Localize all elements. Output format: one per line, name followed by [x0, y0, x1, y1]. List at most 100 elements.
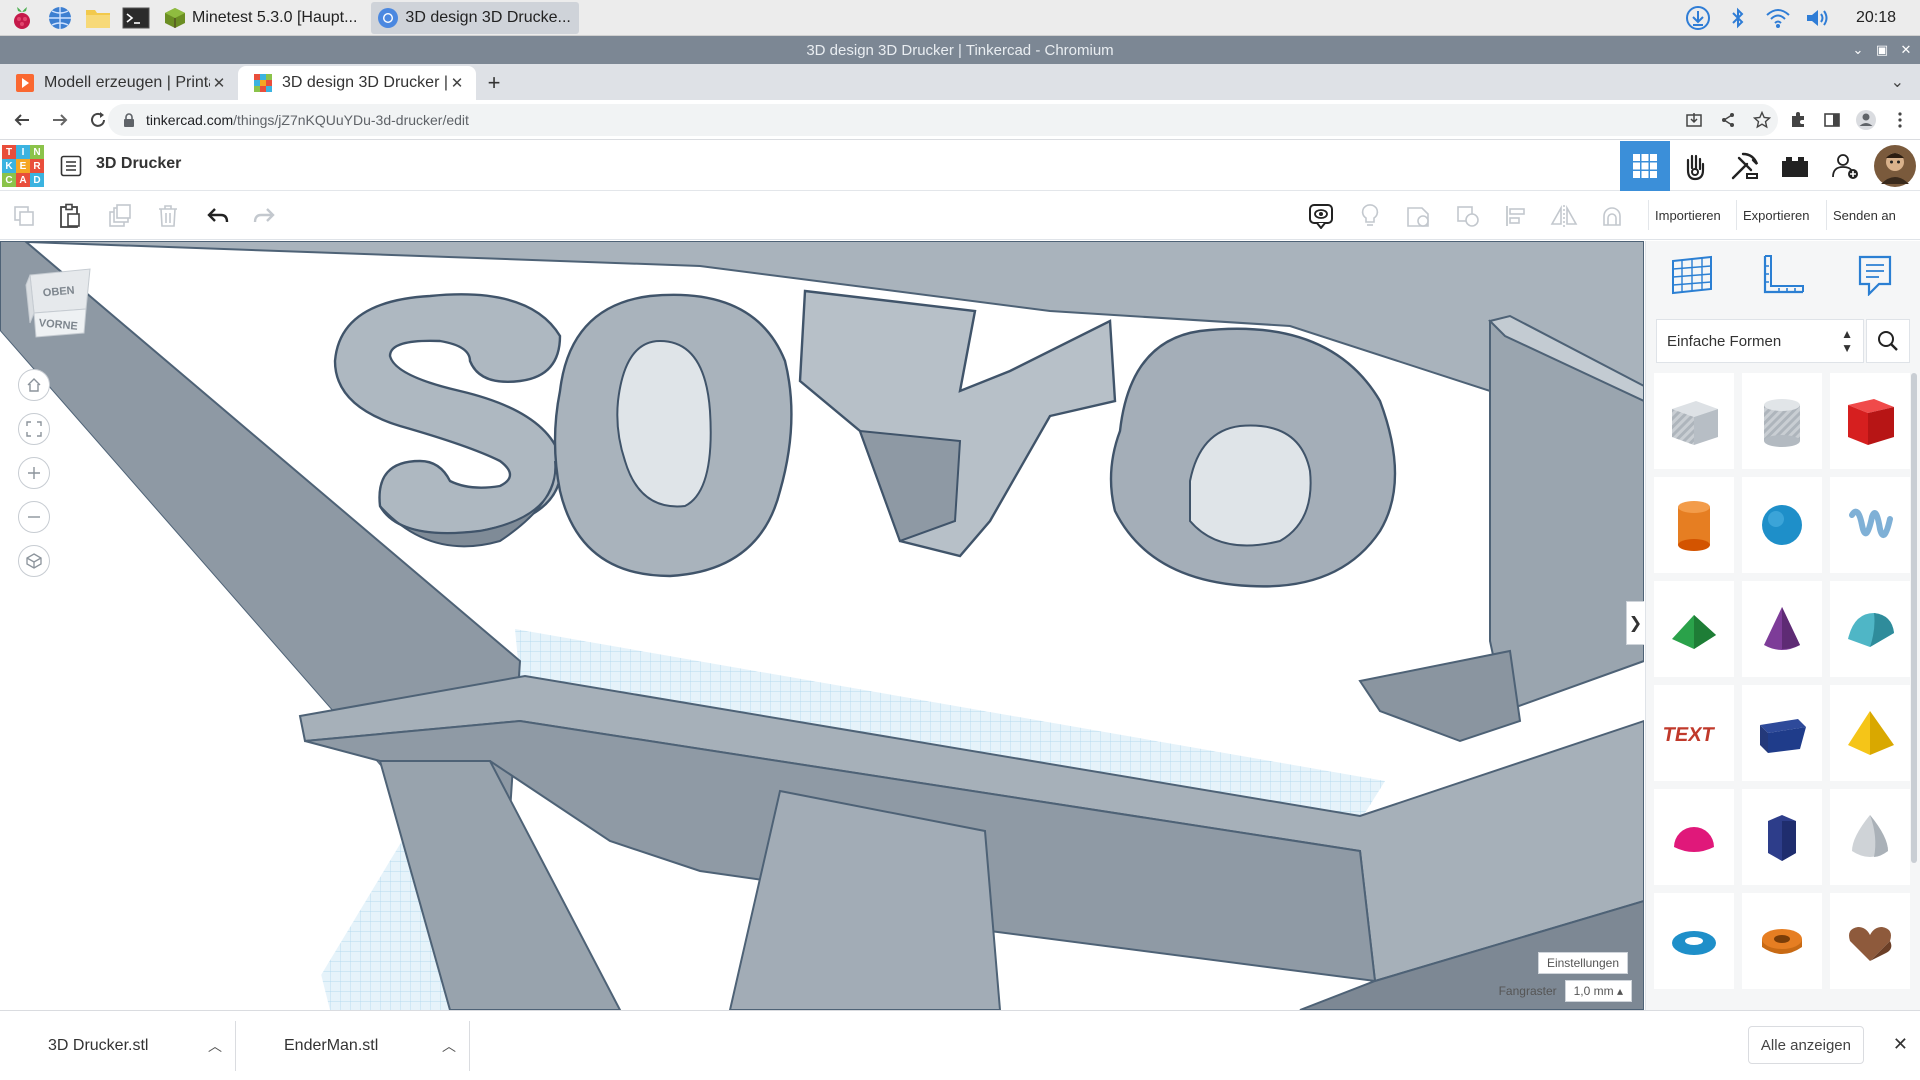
paste-icon[interactable] — [54, 200, 86, 232]
clock: 20:18 — [1855, 9, 1896, 26]
shape-half-sphere[interactable] — [1654, 789, 1734, 885]
zoom-in-icon[interactable] — [18, 457, 50, 489]
shape-sphere[interactable] — [1742, 477, 1822, 573]
forward-icon[interactable] — [44, 104, 76, 136]
wifi-icon[interactable] — [1762, 2, 1794, 34]
taskbar-task-minetest[interactable]: Minetest 5.3.0 [Haupt... — [158, 2, 365, 34]
maximize-icon[interactable]: ▣ — [1874, 42, 1890, 58]
lock-icon[interactable] — [122, 113, 136, 127]
shape-round-roof[interactable] — [1830, 581, 1910, 677]
browser-menu-icon[interactable] — [1886, 106, 1914, 134]
import-button[interactable]: Importieren — [1648, 200, 1727, 230]
close-downloads-icon[interactable]: ✕ — [1893, 1034, 1908, 1055]
blocks-view-icon[interactable] — [1670, 141, 1720, 191]
home-view-icon[interactable] — [18, 369, 50, 401]
chevron-up-icon[interactable]: ︿ — [429, 1036, 469, 1056]
show-all-downloads-button[interactable]: Alle anzeigen — [1747, 1026, 1864, 1064]
sim-lab-icon[interactable] — [1770, 141, 1820, 191]
web-browser-icon[interactable] — [44, 2, 76, 34]
3d-design-view-button[interactable] — [1620, 141, 1670, 191]
zoom-out-icon[interactable] — [18, 501, 50, 533]
shape-paraboloid[interactable] — [1830, 789, 1910, 885]
redo-icon[interactable] — [248, 200, 280, 232]
copy-icon[interactable] — [8, 200, 40, 232]
address-bar[interactable]: tinkercad.com/things/jZ7nKQUuYDu-3d-druc… — [108, 104, 1778, 136]
bricks-view-icon[interactable] — [1720, 141, 1770, 191]
undo-icon[interactable] — [202, 200, 234, 232]
bookmark-star-icon[interactable] — [1748, 106, 1776, 134]
shape-text[interactable]: TEXT — [1654, 685, 1734, 781]
close-icon[interactable]: ✕ — [1898, 42, 1914, 58]
chevron-up-icon[interactable]: ︿ — [195, 1036, 235, 1056]
shape-wedge[interactable] — [1742, 685, 1822, 781]
notes-panel-icon[interactable] — [1851, 251, 1899, 299]
workplane-3d-view[interactable]: OBEN VORNE ❯ Einstellungen Fangraster 1,… — [0, 241, 1644, 1010]
fit-view-icon[interactable] — [18, 413, 50, 445]
side-panel-icon[interactable] — [1818, 106, 1846, 134]
tab-search-icon[interactable]: ⌄ — [1891, 72, 1904, 92]
notes-icon[interactable] — [1305, 200, 1337, 232]
extensions-puzzle-icon[interactable] — [1784, 106, 1812, 134]
shape-polygon[interactable] — [1742, 789, 1822, 885]
shape-cylinder-hole[interactable] — [1742, 373, 1822, 469]
chromium-icon — [375, 5, 401, 31]
design-title[interactable]: 3D Drucker — [96, 155, 181, 173]
ungroup-icon[interactable] — [1452, 200, 1484, 232]
align-icon[interactable] — [1500, 200, 1532, 232]
shape-cylinder[interactable] — [1654, 477, 1734, 573]
perspective-icon[interactable] — [18, 545, 50, 577]
delete-icon[interactable] — [152, 200, 184, 232]
workplane-grid-icon[interactable] — [1668, 251, 1716, 299]
panel-scrollbar[interactable] — [1911, 373, 1917, 863]
shape-scribble[interactable] — [1830, 477, 1910, 573]
new-tab-button[interactable]: + — [476, 66, 512, 100]
logo-letter: N — [30, 145, 44, 159]
close-tab-icon[interactable]: ✕ — [448, 74, 466, 92]
shape-roof[interactable] — [1654, 581, 1734, 677]
terminal-icon[interactable] — [120, 2, 152, 34]
shape-torus[interactable] — [1654, 893, 1734, 989]
ruler-icon[interactable] — [1759, 251, 1807, 299]
3d-scene[interactable] — [0, 241, 1644, 1010]
snap-grid-select[interactable]: 1,0 mm ▴ — [1564, 980, 1632, 1002]
mirror-icon[interactable] — [1548, 200, 1580, 232]
duplicate-icon[interactable] — [104, 200, 136, 232]
settings-button[interactable]: Einstellungen — [1537, 952, 1628, 974]
shape-box-hole[interactable] — [1654, 373, 1734, 469]
export-button[interactable]: Exportieren — [1736, 200, 1815, 230]
download-item[interactable]: EnderMan.stl ︿ — [236, 1021, 470, 1071]
shape-category-select[interactable]: Einfache Formen ▲ ▼ — [1656, 319, 1864, 363]
shape-pyramid[interactable] — [1830, 685, 1910, 781]
shape-cone[interactable] — [1742, 581, 1822, 677]
group-icon[interactable] — [1402, 200, 1434, 232]
back-icon[interactable] — [6, 104, 38, 136]
download-item[interactable]: 3D Drucker.stl ︿ — [0, 1021, 236, 1071]
volume-icon[interactable] — [1802, 2, 1834, 34]
install-app-icon[interactable] — [1680, 106, 1708, 134]
taskbar-task-chromium[interactable]: 3D design 3D Drucke... — [371, 1, 579, 34]
shape-box[interactable] — [1830, 373, 1910, 469]
collapse-panel-icon[interactable]: ❯ — [1626, 601, 1644, 645]
invite-user-icon[interactable] — [1820, 141, 1870, 191]
download-icon[interactable] — [1682, 2, 1714, 34]
tinkercad-logo[interactable]: T I N K E R C A D — [2, 145, 44, 187]
shape-heart[interactable] — [1830, 893, 1910, 989]
light-bulb-icon[interactable] — [1354, 200, 1386, 232]
shape-search-icon[interactable] — [1866, 319, 1910, 363]
profile-icon[interactable] — [1852, 106, 1880, 134]
tab-printables[interactable]: Modell erzeugen | Printal ✕ — [0, 66, 238, 100]
view-cube[interactable]: OBEN VORNE — [24, 265, 94, 351]
file-manager-icon[interactable] — [82, 2, 114, 34]
minimize-icon[interactable]: ⌄ — [1850, 42, 1866, 58]
tab-tinkercad[interactable]: 3D design 3D Drucker | T ✕ — [238, 66, 476, 100]
send-to-button[interactable]: Senden an — [1826, 200, 1902, 230]
window-controls: ⌄ ▣ ✕ — [1850, 36, 1914, 64]
shape-tube[interactable] — [1742, 893, 1822, 989]
bluetooth-icon[interactable] — [1722, 2, 1754, 34]
share-icon[interactable] — [1714, 106, 1742, 134]
close-tab-icon[interactable]: ✕ — [210, 74, 228, 92]
raspberry-menu-icon[interactable] — [6, 2, 38, 34]
cruise-icon[interactable] — [1596, 200, 1628, 232]
design-list-icon[interactable] — [60, 155, 82, 177]
user-avatar[interactable] — [1870, 141, 1920, 191]
